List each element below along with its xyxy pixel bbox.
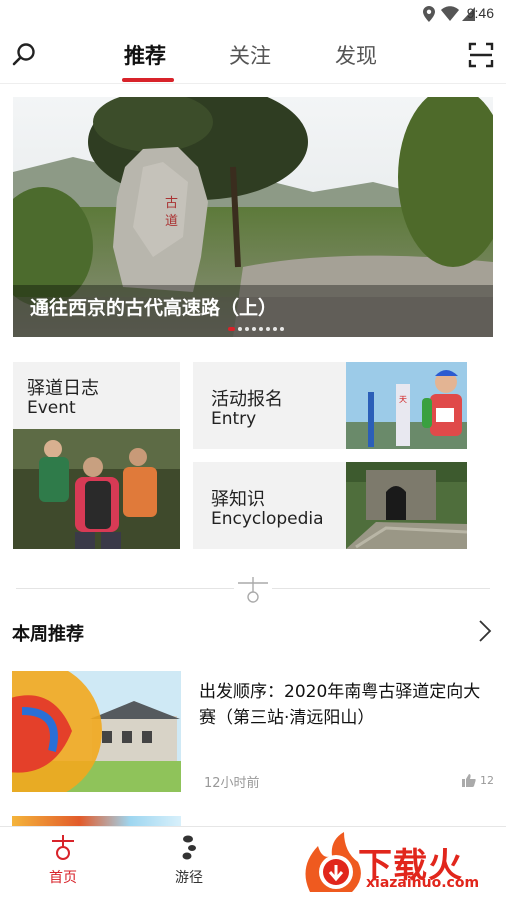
carousel-dot bbox=[228, 327, 235, 331]
category-event-title: 驿道日志 bbox=[27, 378, 99, 399]
carousel-dot bbox=[259, 327, 263, 331]
scan-icon[interactable] bbox=[468, 42, 494, 68]
like-count-value: 12 bbox=[480, 774, 494, 787]
ancient-gate-photo bbox=[346, 462, 467, 549]
svg-text:天: 天 bbox=[399, 395, 407, 404]
category-encyclopedia-subtitle: Encyclopedia bbox=[211, 509, 324, 529]
nav-home[interactable]: 首页 bbox=[33, 835, 93, 887]
nav-trails[interactable]: 游径 bbox=[159, 835, 219, 887]
trail-stones-icon bbox=[182, 835, 196, 860]
article-time: 12小时前 bbox=[204, 776, 260, 791]
nav-home-label: 首页 bbox=[49, 870, 77, 886]
carousel-dot bbox=[252, 327, 256, 331]
tab-recommend[interactable]: 推荐 bbox=[124, 40, 166, 70]
category-event[interactable]: 驿道日志 Event bbox=[13, 362, 180, 549]
search-icon[interactable] bbox=[12, 42, 38, 68]
chevron-right-icon[interactable] bbox=[478, 619, 492, 643]
category-event-subtitle: Event bbox=[27, 398, 76, 418]
carousel-dot bbox=[245, 327, 249, 331]
thumbs-up-icon bbox=[462, 774, 476, 787]
nav-trails-label: 游径 bbox=[175, 870, 203, 886]
banner-title: 通往西京的古代高速路（上） bbox=[30, 297, 278, 319]
clock: 9:46 bbox=[466, 5, 494, 21]
like-count[interactable]: 12 bbox=[462, 774, 494, 787]
active-tab-indicator bbox=[122, 78, 174, 82]
carousel-dot bbox=[280, 327, 284, 331]
category-encyclopedia[interactable]: 驿知识 Encyclopedia bbox=[193, 462, 467, 549]
status-bar: 9:46 bbox=[0, 0, 506, 28]
wifi-icon bbox=[441, 6, 459, 21]
svg-text:道: 道 bbox=[165, 213, 178, 228]
tab-follow[interactable]: 关注 bbox=[229, 40, 271, 70]
hero-banner[interactable]: 古 道 通往西京的古代高速路（上） bbox=[13, 97, 493, 337]
section-title: 本周推荐 bbox=[12, 624, 84, 645]
carousel-dot bbox=[273, 327, 277, 331]
category-encyclopedia-title: 驿知识 bbox=[211, 489, 265, 510]
category-entry[interactable]: 活动报名 Entry 天 bbox=[193, 362, 467, 449]
article-item[interactable]: 出发顺序：2020年南粤古驿道定向大赛（第三站·清远阳山） 12小时前 12 bbox=[12, 671, 494, 793]
carousel-dot bbox=[266, 327, 270, 331]
watermark-url: xiazaihuo.com bbox=[366, 875, 480, 891]
home-icon bbox=[52, 835, 74, 860]
category-entry-subtitle: Entry bbox=[211, 409, 257, 429]
location-icon bbox=[423, 6, 435, 22]
carousel-dots bbox=[228, 327, 284, 331]
category-entry-title: 活动报名 bbox=[211, 389, 283, 410]
article-thumbnail bbox=[12, 671, 181, 792]
cyclist-photo: 天 bbox=[346, 362, 467, 449]
post-station-icon bbox=[234, 575, 272, 605]
top-nav: 推荐 关注 发现 bbox=[0, 28, 506, 84]
article-title: 出发顺序：2020年南粤古驿道定向大赛（第三站·清远阳山） bbox=[199, 682, 481, 728]
svg-text:古: 古 bbox=[165, 195, 178, 210]
hikers-photo bbox=[13, 429, 180, 549]
tab-discover[interactable]: 发现 bbox=[335, 40, 377, 70]
carousel-dot bbox=[238, 327, 242, 331]
